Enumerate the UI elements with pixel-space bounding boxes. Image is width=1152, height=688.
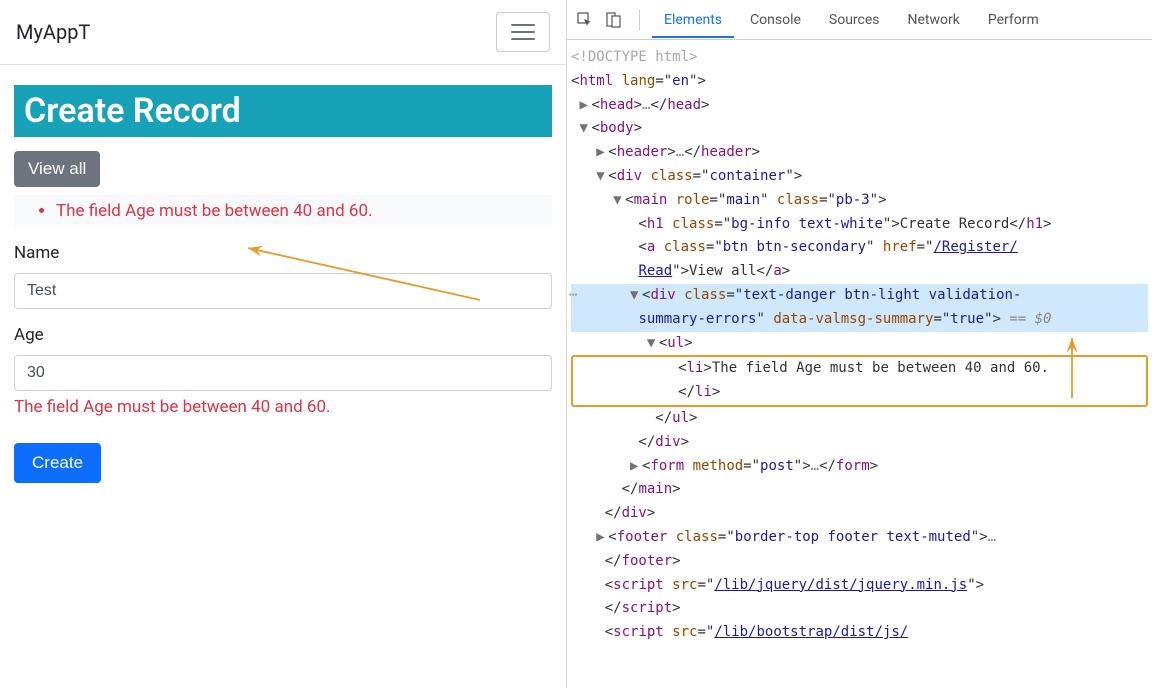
selected-dom-node[interactable]: ⋯ ▼<div class="text-danger btn-light val… <box>571 284 1148 308</box>
devtools-pane: Elements Console Sources Network Perform… <box>567 0 1152 688</box>
view-all-button[interactable]: View all <box>14 151 100 187</box>
brand-label[interactable]: MyAppT <box>16 20 90 44</box>
device-icon[interactable] <box>603 10 623 30</box>
tab-elements[interactable]: Elements <box>652 2 734 38</box>
name-label: Name <box>14 243 552 263</box>
age-input[interactable] <box>14 355 552 391</box>
create-button[interactable]: Create <box>14 443 101 483</box>
navbar: MyAppT <box>0 0 566 65</box>
validation-summary-item: The field Age must be between 40 and 60. <box>56 201 548 221</box>
tab-sources[interactable]: Sources <box>817 2 892 38</box>
devtools-tabs: Elements Console Sources Network Perform <box>567 0 1152 40</box>
page-title: Create Record <box>14 85 552 137</box>
tab-divider <box>639 10 640 30</box>
age-error: The field Age must be between 40 and 60. <box>14 397 552 417</box>
navbar-toggler-button[interactable] <box>496 12 550 52</box>
name-input[interactable] <box>14 273 552 309</box>
highlighted-li-box: <li>The field Age must be between 40 and… <box>571 355 1148 407</box>
name-group: Name <box>14 243 552 309</box>
tab-performance[interactable]: Perform <box>976 2 1051 38</box>
app-pane: MyAppT Create Record View all The field … <box>0 0 567 688</box>
inspect-icon[interactable] <box>575 10 595 30</box>
tab-console[interactable]: Console <box>738 2 813 38</box>
validation-summary: The field Age must be between 40 and 60. <box>14 195 552 227</box>
age-label: Age <box>14 325 552 345</box>
age-group: Age The field Age must be between 40 and… <box>14 325 552 417</box>
doctype-node: <!DOCTYPE html> <box>571 49 697 65</box>
app-body: Create Record View all The field Age mus… <box>0 65 566 483</box>
tab-network[interactable]: Network <box>896 2 972 38</box>
dom-tree[interactable]: <!DOCTYPE html> <html lang="en"> ▶<head>… <box>567 40 1152 651</box>
